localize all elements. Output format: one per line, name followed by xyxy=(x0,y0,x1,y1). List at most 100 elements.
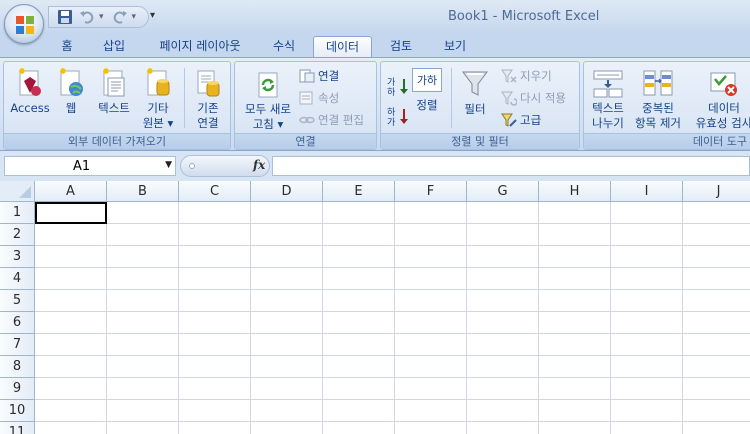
remove-duplicates-button[interactable]: 중복된 항목 제거 xyxy=(630,67,686,131)
column-header-e[interactable]: E xyxy=(323,181,395,202)
column-header-i[interactable]: I xyxy=(611,181,683,202)
row-header-10[interactable]: 10 xyxy=(0,400,35,422)
row-header-2[interactable]: 2 xyxy=(0,224,35,246)
cell-a10[interactable] xyxy=(35,400,107,422)
cell-j9[interactable] xyxy=(683,378,750,400)
row-header-3[interactable]: 3 xyxy=(0,246,35,268)
cell-g11[interactable] xyxy=(467,422,539,434)
cell-e2[interactable] xyxy=(323,224,395,246)
text-import-button[interactable]: 텍스트 xyxy=(90,67,138,116)
cell-c4[interactable] xyxy=(179,268,251,290)
cell-d9[interactable] xyxy=(251,378,323,400)
cell-j11[interactable] xyxy=(683,422,750,434)
cell-b11[interactable] xyxy=(107,422,179,434)
insert-function-button[interactable]: fx xyxy=(253,158,265,172)
name-box[interactable]: A1 ▼ xyxy=(4,156,176,176)
cell-d7[interactable] xyxy=(251,334,323,356)
cell-b2[interactable] xyxy=(107,224,179,246)
cell-j6[interactable] xyxy=(683,312,750,334)
row-header-1[interactable]: 1 xyxy=(0,202,35,224)
column-header-c[interactable]: C xyxy=(179,181,251,202)
cell-g9[interactable] xyxy=(467,378,539,400)
name-box-dropdown-icon[interactable]: ▼ xyxy=(165,160,172,170)
cell-c3[interactable] xyxy=(179,246,251,268)
cell-e7[interactable] xyxy=(323,334,395,356)
tab-data[interactable]: 데이터 xyxy=(313,36,372,58)
sort-button[interactable]: 가하 정렬 xyxy=(409,68,445,113)
cell-i1[interactable] xyxy=(611,202,683,224)
cell-j10[interactable] xyxy=(683,400,750,422)
cell-f10[interactable] xyxy=(395,400,467,422)
cell-g6[interactable] xyxy=(467,312,539,334)
cell-e10[interactable] xyxy=(323,400,395,422)
cell-g7[interactable] xyxy=(467,334,539,356)
row-header-4[interactable]: 4 xyxy=(0,268,35,290)
cell-h4[interactable] xyxy=(539,268,611,290)
cell-b5[interactable] xyxy=(107,290,179,312)
cell-h11[interactable] xyxy=(539,422,611,434)
cell-b8[interactable] xyxy=(107,356,179,378)
cell-j4[interactable] xyxy=(683,268,750,290)
properties-button[interactable]: 속성 xyxy=(299,90,339,106)
save-icon[interactable] xyxy=(55,8,75,26)
cell-e6[interactable] xyxy=(323,312,395,334)
reapply-filter-button[interactable]: 다시 적용 xyxy=(501,90,566,106)
cell-c1[interactable] xyxy=(179,202,251,224)
cell-a1[interactable] xyxy=(35,202,107,224)
clear-filter-button[interactable]: 지우기 xyxy=(501,68,552,84)
tab-insert[interactable]: 삽입 xyxy=(96,36,132,58)
cell-g8[interactable] xyxy=(467,356,539,378)
column-header-j[interactable]: J xyxy=(683,181,750,202)
data-validation-button[interactable]: 데이터 유효성 검사 xyxy=(688,67,750,131)
cell-d2[interactable] xyxy=(251,224,323,246)
cell-i8[interactable] xyxy=(611,356,683,378)
cell-e4[interactable] xyxy=(323,268,395,290)
tab-review[interactable]: 검토 xyxy=(380,36,422,58)
column-header-d[interactable]: D xyxy=(251,181,323,202)
cell-b3[interactable] xyxy=(107,246,179,268)
cell-d4[interactable] xyxy=(251,268,323,290)
tab-home[interactable]: 홈 xyxy=(52,36,82,58)
cell-h9[interactable] xyxy=(539,378,611,400)
edit-links-button[interactable]: 연결 편집 xyxy=(299,112,364,128)
cell-a9[interactable] xyxy=(35,378,107,400)
cell-d6[interactable] xyxy=(251,312,323,334)
cell-f8[interactable] xyxy=(395,356,467,378)
cell-h6[interactable] xyxy=(539,312,611,334)
cell-j2[interactable] xyxy=(683,224,750,246)
access-button[interactable]: Access xyxy=(8,67,52,116)
cell-j8[interactable] xyxy=(683,356,750,378)
sort-descending-button[interactable]: 하 가 xyxy=(387,106,409,126)
cell-i10[interactable] xyxy=(611,400,683,422)
cell-c2[interactable] xyxy=(179,224,251,246)
row-header-5[interactable]: 5 xyxy=(0,290,35,312)
cell-b7[interactable] xyxy=(107,334,179,356)
cell-d5[interactable] xyxy=(251,290,323,312)
cell-i3[interactable] xyxy=(611,246,683,268)
cell-j5[interactable] xyxy=(683,290,750,312)
cell-d10[interactable] xyxy=(251,400,323,422)
cell-a3[interactable] xyxy=(35,246,107,268)
qat-customize-icon[interactable]: ▾ xyxy=(150,10,155,21)
text-to-columns-button[interactable]: 텍스트 나누기 xyxy=(586,67,630,131)
cell-i7[interactable] xyxy=(611,334,683,356)
cell-e8[interactable] xyxy=(323,356,395,378)
row-header-9[interactable]: 9 xyxy=(0,378,35,400)
cell-a4[interactable] xyxy=(35,268,107,290)
cell-h7[interactable] xyxy=(539,334,611,356)
undo-icon[interactable] xyxy=(77,8,97,26)
cell-e11[interactable] xyxy=(323,422,395,434)
cell-d1[interactable] xyxy=(251,202,323,224)
cell-b6[interactable] xyxy=(107,312,179,334)
cell-b1[interactable] xyxy=(107,202,179,224)
cell-c11[interactable] xyxy=(179,422,251,434)
cell-f3[interactable] xyxy=(395,246,467,268)
row-header-11[interactable]: 11 xyxy=(0,422,35,434)
cell-h1[interactable] xyxy=(539,202,611,224)
cell-b9[interactable] xyxy=(107,378,179,400)
column-header-f[interactable]: F xyxy=(395,181,467,202)
tab-formulas[interactable]: 수식 xyxy=(264,36,304,58)
cell-h8[interactable] xyxy=(539,356,611,378)
web-button[interactable]: 웹 xyxy=(54,67,88,116)
cell-a6[interactable] xyxy=(35,312,107,334)
